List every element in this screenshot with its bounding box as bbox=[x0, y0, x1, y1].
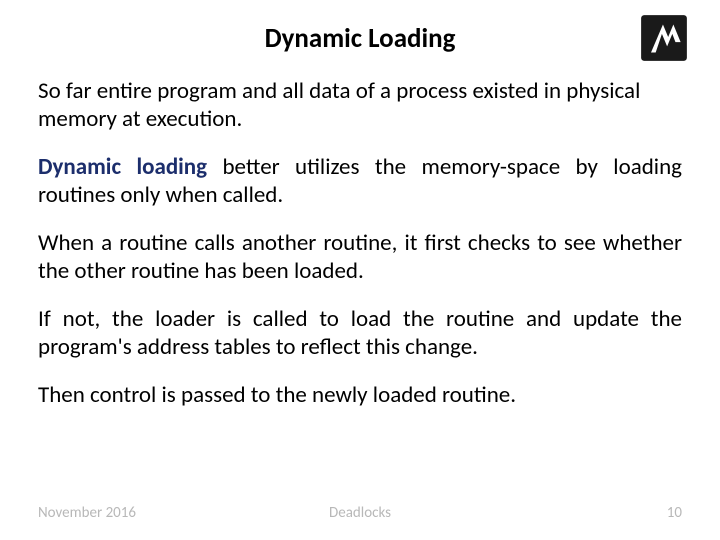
footer-topic: Deadlocks bbox=[329, 504, 391, 522]
paragraph-4: If not, the loader is called to load the… bbox=[38, 305, 682, 361]
paragraph-5: Then control is passed to the newly load… bbox=[38, 381, 682, 409]
paragraph-3: When a routine calls another routine, it… bbox=[38, 229, 682, 285]
slide-footer: November 2016 Deadlocks 10 bbox=[38, 504, 682, 522]
term-dynamic-loading: Dynamic loading bbox=[38, 153, 207, 181]
slide-title: Dynamic Loading bbox=[265, 22, 456, 55]
footer-page-number: 10 bbox=[667, 504, 682, 522]
paragraph-2: Dynamic loading better utilizes the memo… bbox=[38, 153, 682, 209]
slide-body: So far entire program and all data of a … bbox=[38, 77, 682, 409]
paragraph-1: So far entire program and all data of a … bbox=[38, 77, 682, 133]
slide: Dynamic Loading So far entire program an… bbox=[0, 0, 720, 540]
footer-date: November 2016 bbox=[38, 504, 136, 522]
slide-header: Dynamic Loading bbox=[38, 18, 682, 55]
technion-logo-icon bbox=[638, 12, 690, 64]
